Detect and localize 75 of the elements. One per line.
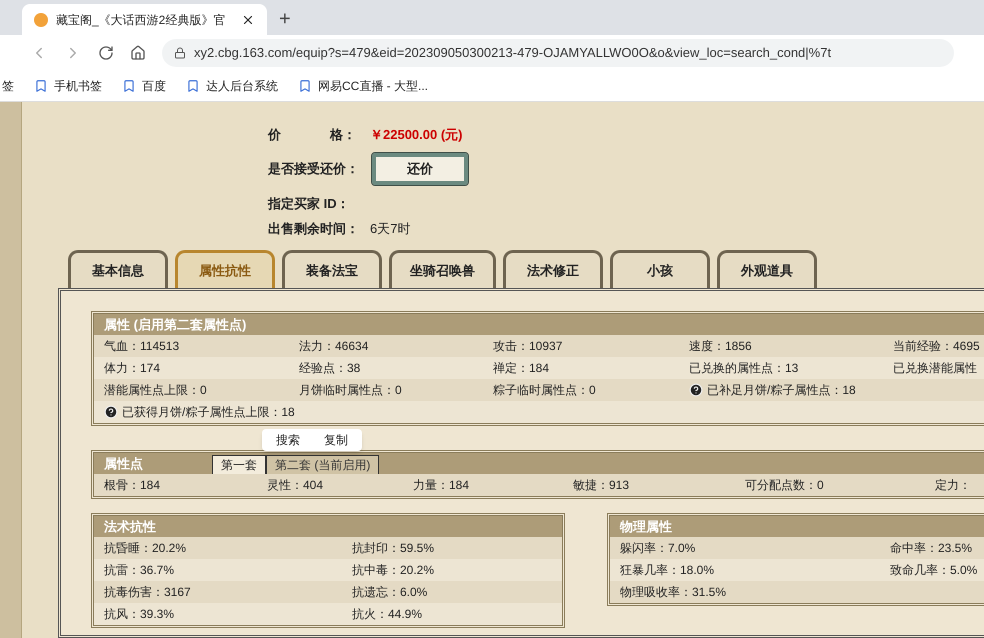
attribute-value: 法力：46634 [299, 338, 368, 355]
section-tab[interactable]: 基本信息 [68, 250, 168, 288]
bookmark-icon [122, 79, 136, 93]
new-tab-button[interactable]: + [279, 9, 291, 29]
attribute-value: 当前经验：4695 [893, 338, 980, 355]
stat-value: 抗中毒：20.2% [352, 562, 436, 579]
bookmark-link[interactable]: 签 [2, 77, 14, 95]
site-icon [34, 12, 48, 26]
bargain-button[interactable]: 还价 [372, 153, 468, 185]
section-tab[interactable]: 坐骑召唤兽 [389, 250, 496, 288]
section-header: 物理属性 [610, 516, 984, 537]
attribute-value: 粽子临时属性点：0 [493, 382, 596, 399]
remaining-label: 出售剩余时间： [268, 220, 360, 238]
stat-value: 抗遗忘：6.0% [352, 584, 428, 601]
attribute-value: 速度：1856 [689, 338, 752, 355]
url-text: xy2.cbg.163.com/equip?s=479&eid=202309050300213-479-OJAMYALLWO0O&o&view_loc=search_cond|%7t [194, 44, 832, 62]
stat-value: 抗雷：36.7% [104, 562, 176, 579]
section-tab[interactable]: 法术修正 [503, 250, 603, 288]
browser-tab[interactable]: 藏宝阁_《大话西游2经典版》官 [22, 4, 267, 35]
attribute-value: 灵性：404 [267, 477, 324, 494]
menu-item[interactable]: 搜索 [276, 431, 300, 449]
points-set-tab[interactable]: 第一套 [212, 455, 266, 474]
attribute-value: 禅定：184 [493, 360, 550, 377]
price-value: ￥22500.00 (元) [370, 126, 462, 144]
section-tab[interactable]: 属性抗性 [175, 250, 275, 288]
attribute-value: 攻击：10937 [493, 338, 562, 355]
section-header: 法术抗性 [94, 516, 562, 537]
attribute-value: 体力：174 [104, 360, 160, 377]
home-icon[interactable] [130, 45, 146, 61]
bookmark-link[interactable]: 网易CC直播 - 大型... [318, 77, 428, 95]
stat-value: 抗昏睡：20.2% [104, 540, 188, 557]
stat-value: 物理吸收率：31.5% [620, 584, 728, 601]
attribute-value: 力量：184 [413, 477, 470, 494]
section-header: 属性 (启用第二套属性点) [94, 314, 984, 335]
attribute-value: 月饼临时属性点：0 [299, 382, 402, 399]
stat-value: 命中率：23.5% [890, 540, 974, 557]
stat-value: 致命几率：5.0% [890, 562, 978, 579]
section-tab[interactable]: 外观道具 [717, 250, 817, 288]
price-label: 格： [330, 126, 357, 144]
attribute-value: 根骨：184 [104, 477, 162, 494]
stat-value: 抗封印：59.5% [352, 540, 436, 557]
section-tab[interactable]: 装备法宝 [282, 250, 382, 288]
stat-value: 抗火：44.9% [352, 606, 424, 623]
bookmark-icon [298, 79, 312, 93]
menu-item[interactable]: 复制 [324, 431, 348, 449]
attribute-value: 定力： [935, 477, 972, 494]
attribute-value: 经验点：38 [299, 360, 360, 377]
bookmark-icon [34, 79, 48, 93]
bookmark-link[interactable]: 百度 [142, 77, 166, 95]
bargain-label: 是否接受还价： [268, 160, 360, 178]
bookmark-link[interactable]: 达人后台系统 [206, 77, 278, 95]
lock-icon [174, 47, 186, 59]
stat-value: 抗风：39.3% [104, 606, 176, 623]
attribute-value: 已获得月饼/粽子属性点上限：18 [122, 404, 295, 421]
address-field[interactable]: xy2.cbg.163.com/equip?s=479&eid=202309050300213-479-OJAMYALLWO0O&o&view_loc=search_cond|%7t [162, 39, 954, 67]
attribute-value: 已兑换的属性点：13 [689, 360, 798, 377]
buyer-id-label: 指定买家 ID： [268, 195, 351, 212]
bookmark-icon [186, 79, 200, 93]
points-set-tab[interactable]: 第二套 (当前启用) [266, 455, 380, 474]
section-header: 属性点 [104, 454, 144, 473]
price-label: 价 [268, 126, 282, 144]
bookmark-link[interactable]: 手机书签 [54, 77, 102, 95]
stat-value: 躲闪率：7.0% [620, 540, 696, 557]
attribute-value: 已兑换潜能属性 [893, 360, 977, 377]
attribute-value: 敏捷：913 [573, 477, 630, 494]
remaining-value: 6天7时 [370, 220, 410, 238]
tab-title: 藏宝阁_《大话西游2经典版》官 [56, 12, 226, 28]
attribute-value: 气血：114513 [104, 338, 180, 355]
reload-icon[interactable] [98, 45, 114, 61]
attribute-value: 潜能属性点上限：0 [104, 382, 207, 399]
stat-value: 狂暴几率：18.0% [620, 562, 716, 579]
section-tab[interactable]: 小孩 [610, 250, 710, 288]
attribute-value: 已补足月饼/粽子属性点：18 [707, 382, 856, 399]
stat-value: 抗毒伤害：3167 [104, 584, 192, 601]
attribute-value: 可分配点数：0 [745, 477, 825, 494]
